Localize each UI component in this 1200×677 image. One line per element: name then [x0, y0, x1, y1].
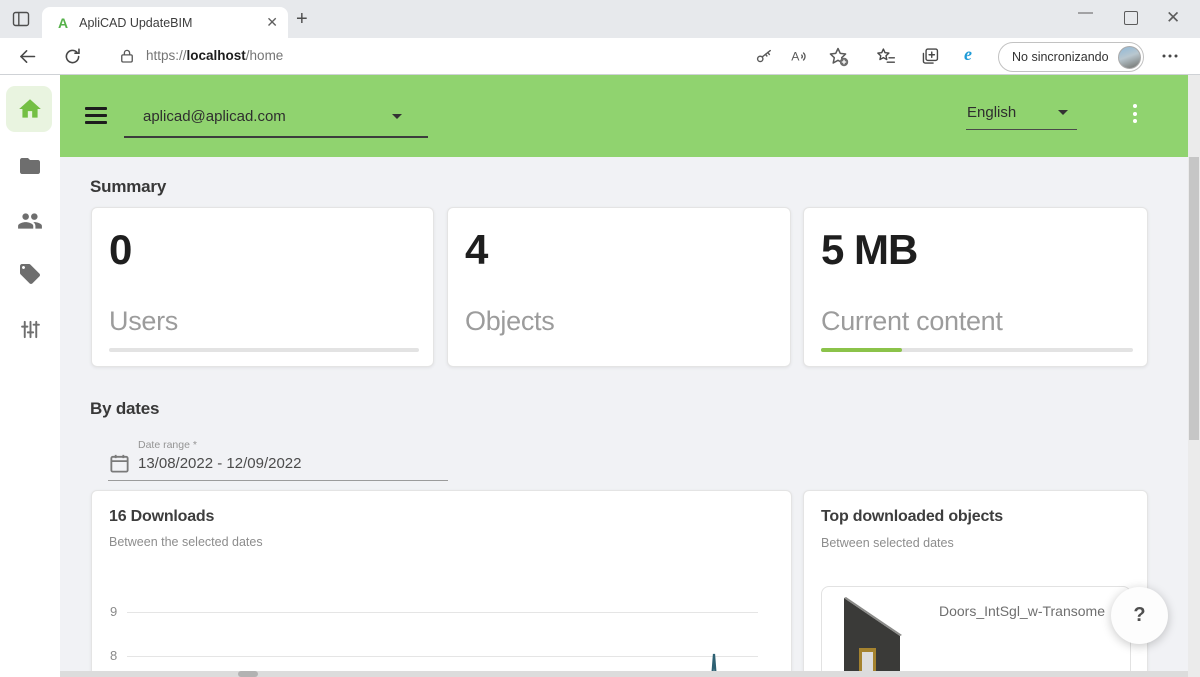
profile-avatar [1118, 46, 1141, 69]
top-objects-card: Top downloaded objects Between selected … [803, 490, 1148, 677]
refresh-button[interactable] [62, 46, 83, 67]
object-thumbnail [832, 592, 910, 677]
content-progress-fill [821, 348, 902, 352]
date-range-underline [108, 480, 448, 481]
date-range-field[interactable]: Date range * 13/08/2022 - 12/09/2022 [108, 436, 448, 482]
chevron-down-icon [392, 114, 402, 119]
browser-window: A ApliCAD UpdateBIM ✕ + — ✕ https://loca… [0, 0, 1200, 677]
gridline-8 [127, 656, 758, 657]
read-aloud-icon[interactable]: A [789, 46, 811, 67]
address-bar[interactable]: https://localhost/home [146, 48, 283, 63]
content-label: Current content [821, 306, 1003, 337]
profile-button[interactable]: No sincronizando [998, 42, 1144, 72]
language-select-value: English [967, 104, 1016, 121]
language-select-underline [966, 129, 1077, 130]
objects-count: 4 [465, 226, 487, 274]
sidebar-item-users[interactable] [17, 208, 43, 234]
password-key-icon[interactable] [754, 46, 774, 66]
window-maximize-button[interactable] [1124, 11, 1138, 25]
horizontal-scrollbar-track[interactable] [60, 671, 1188, 677]
tab-title: ApliCAD UpdateBIM [79, 16, 192, 30]
help-button-label: ? [1133, 604, 1145, 627]
tune-icon [19, 318, 42, 341]
site-favicon-icon: A [58, 15, 68, 31]
summary-title: Summary [90, 177, 166, 197]
sidebar-item-projects[interactable] [18, 154, 42, 178]
date-range-value: 13/08/2022 - 12/09/2022 [138, 455, 301, 472]
window-minimize-button[interactable]: — [1078, 4, 1093, 21]
account-select-value: aplicad@aplicad.com [143, 108, 286, 125]
users-count: 0 [109, 226, 131, 274]
account-select-underline [124, 136, 428, 138]
new-tab-button[interactable]: + [296, 8, 308, 31]
url-path: /home [246, 48, 284, 63]
object-list-item[interactable]: Doors_IntSgl_w-Transome 12 Downloads [821, 586, 1131, 677]
downloads-card-subtitle: Between the selected dates [109, 535, 263, 549]
summary-card-users: 0 Users [91, 207, 434, 367]
url-host: localhost [187, 48, 246, 63]
account-select[interactable]: aplicad@aplicad.com [124, 101, 428, 138]
tab-close-icon[interactable]: ✕ [266, 14, 278, 31]
back-button[interactable] [17, 46, 38, 67]
y-tick-9: 9 [110, 604, 117, 619]
menu-button[interactable] [85, 107, 107, 128]
object-name: Doors_IntSgl_w-Transome [939, 603, 1105, 619]
profile-sync-status: No sincronizando [1012, 50, 1109, 64]
top-objects-subtitle: Between selected dates [821, 536, 954, 550]
people-icon [17, 208, 43, 234]
top-objects-title: Top downloaded objects [821, 508, 1003, 526]
home-icon [17, 96, 43, 122]
downloads-card-title: 16 Downloads [109, 508, 214, 526]
url-scheme: https:// [146, 48, 187, 63]
language-select[interactable]: English [966, 99, 1077, 131]
folder-icon [18, 154, 42, 178]
content-size: 5 MB [821, 226, 917, 274]
lock-icon[interactable] [118, 47, 136, 65]
y-tick-8: 8 [110, 648, 117, 663]
summary-card-objects: 4 Objects [447, 207, 791, 367]
header-kebab-menu-icon[interactable] [1133, 104, 1137, 127]
vertical-tabs-icon[interactable] [12, 10, 30, 28]
ie-mode-icon[interactable]: e [964, 44, 972, 65]
svg-text:A: A [791, 49, 800, 63]
vertical-scrollbar-thumb[interactable] [1189, 157, 1199, 440]
gridline-9 [127, 612, 758, 613]
downloads-chart-card: 16 Downloads Between the selected dates … [91, 490, 792, 677]
more-options-icon[interactable] [1160, 48, 1180, 64]
collections-icon[interactable] [919, 46, 941, 67]
objects-label: Objects [465, 306, 554, 337]
content-progress-track [821, 348, 1133, 352]
window-close-button[interactable]: ✕ [1166, 8, 1180, 28]
sidebar-item-tags[interactable] [18, 262, 42, 286]
browser-tab[interactable]: A ApliCAD UpdateBIM ✕ [42, 7, 288, 38]
date-range-label: Date range * [138, 439, 197, 451]
add-favorite-star-icon[interactable] [828, 46, 849, 67]
chevron-down-icon [1058, 110, 1068, 115]
sidebar-item-settings[interactable] [19, 318, 42, 341]
users-label: Users [109, 306, 178, 337]
door-panel-image [832, 592, 910, 677]
by-dates-title: By dates [90, 399, 159, 419]
users-progress-track [109, 348, 419, 352]
help-button[interactable]: ? [1111, 587, 1168, 644]
favorites-icon[interactable] [875, 46, 897, 67]
summary-card-content: 5 MB Current content [803, 207, 1148, 367]
horizontal-scrollbar-thumb[interactable] [238, 671, 258, 677]
calendar-icon [108, 452, 131, 475]
tag-icon [18, 262, 42, 286]
